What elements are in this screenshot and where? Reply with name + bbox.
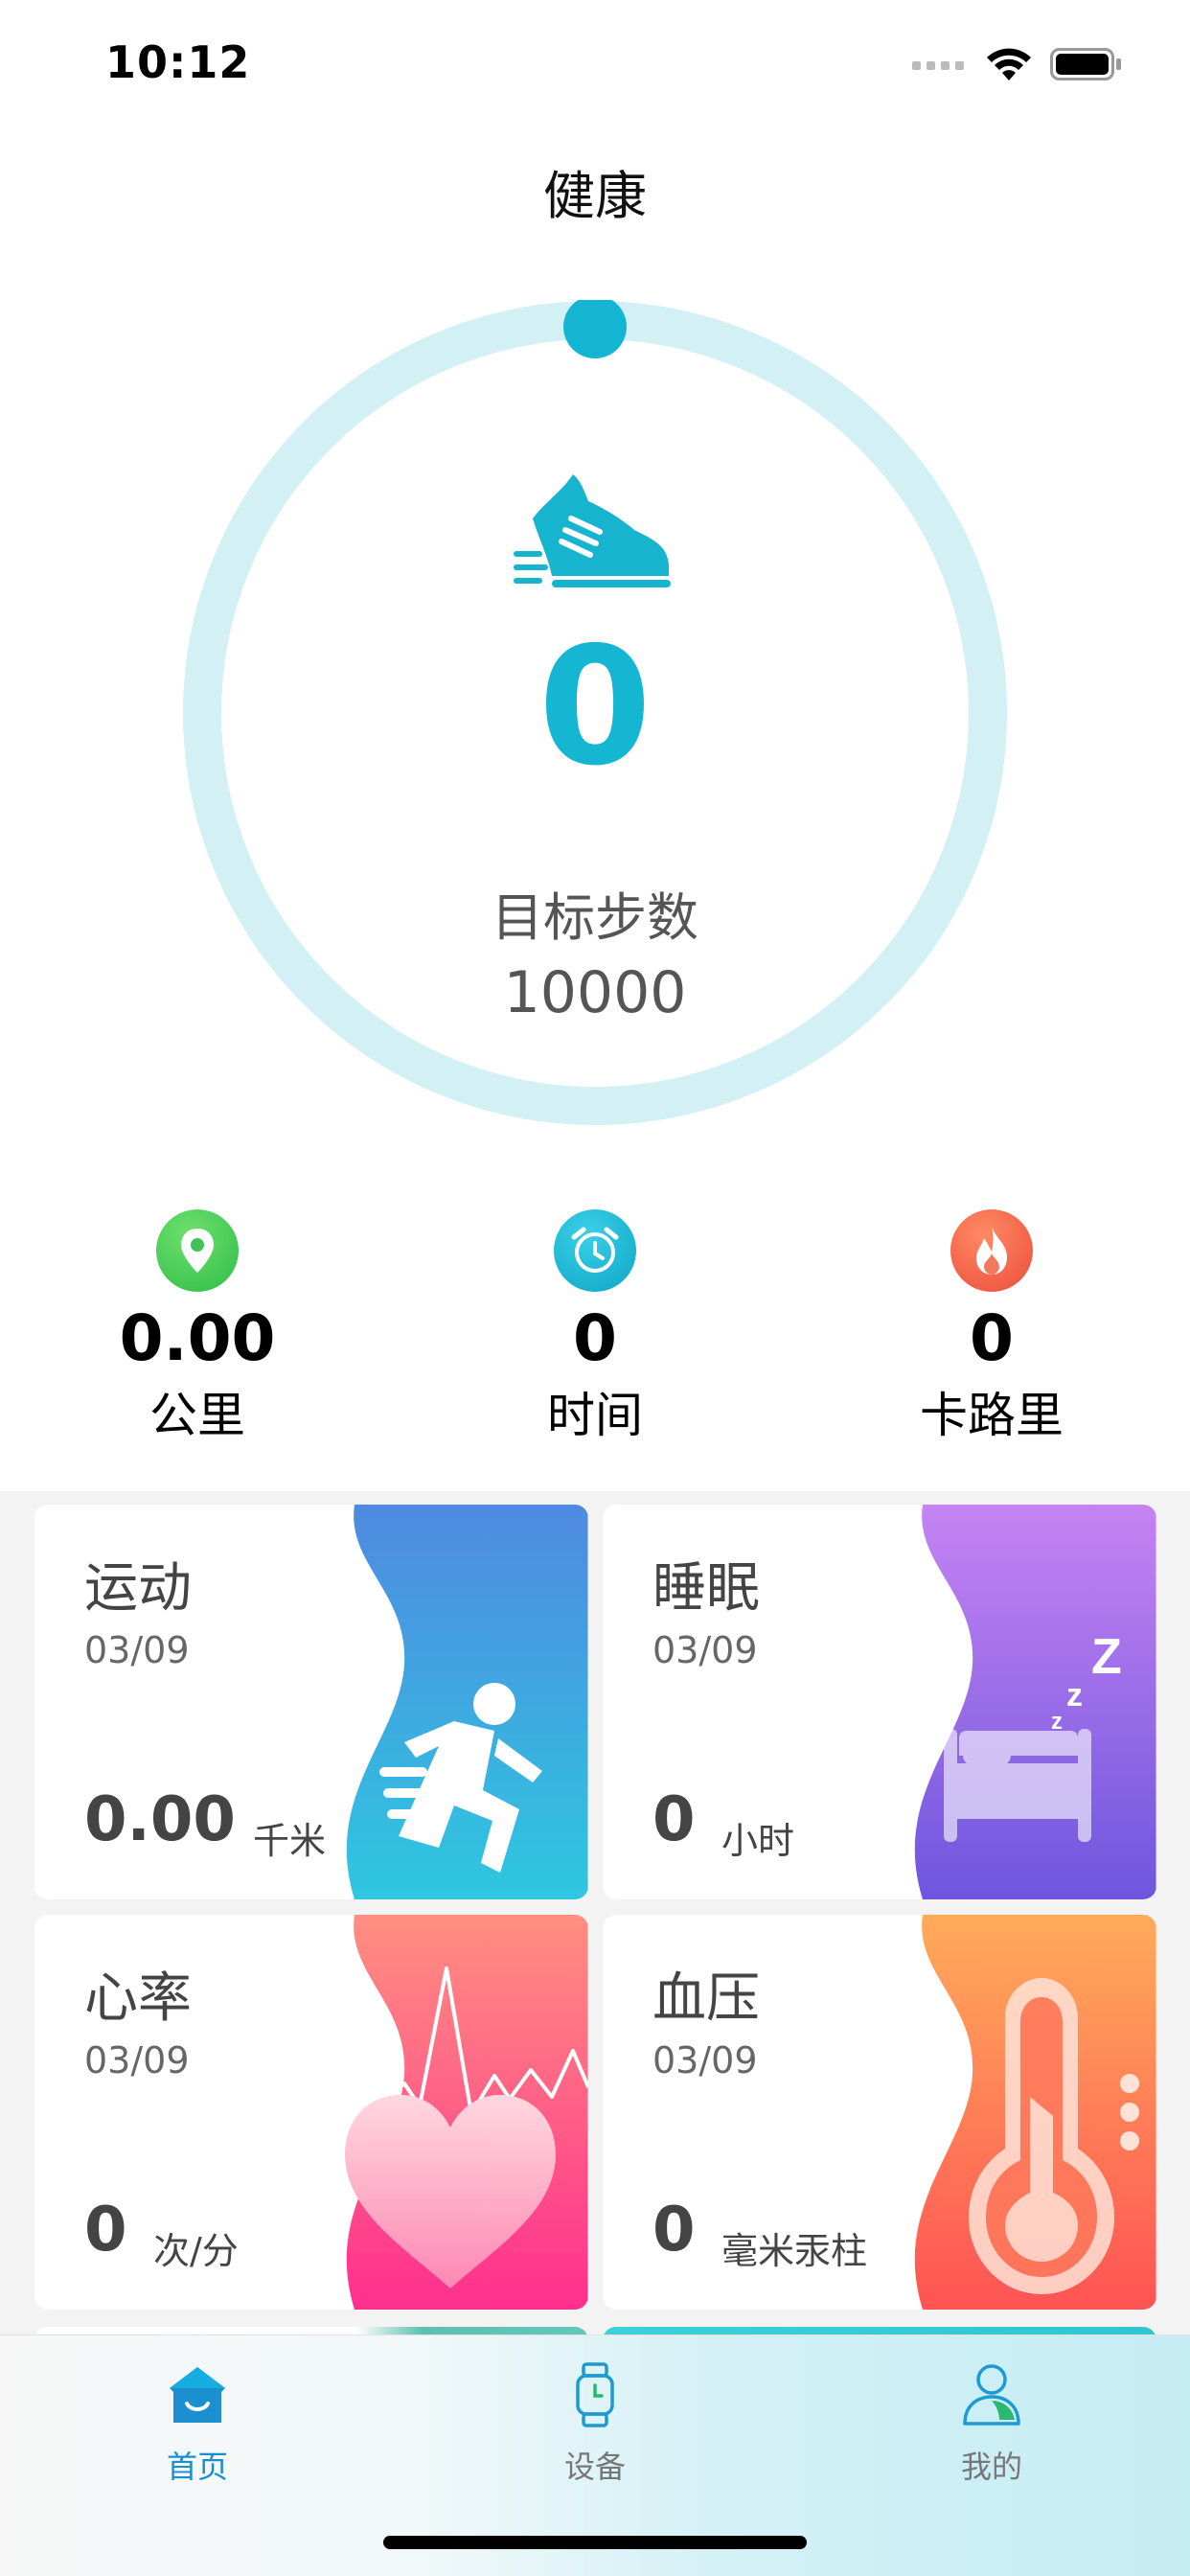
user-icon — [949, 2357, 1035, 2433]
location-pin-icon — [156, 1209, 239, 1292]
alarm-clock-icon — [554, 1209, 636, 1292]
goal-steps-label: 目标步数 — [492, 887, 698, 948]
distance-stat[interactable]: 0.00 公里 — [54, 1209, 341, 1446]
battery-icon — [1050, 48, 1121, 80]
thermometer-icon — [969, 1978, 1139, 2294]
status-bar: 10:12 — [0, 0, 1190, 128]
time-stat[interactable]: 0 时间 — [451, 1209, 739, 1446]
tab-home-label: 首页 — [166, 2449, 228, 2485]
tab-device-label: 设备 — [563, 2449, 626, 2485]
exercise-card[interactable]: 运动 03/09 0.00 千米 — [34, 1505, 588, 1899]
home-indicator — [383, 2536, 807, 2549]
tab-home[interactable]: 首页 — [82, 2357, 312, 2487]
bed-icon: Z z z — [944, 1629, 1122, 1842]
progress-knob — [563, 300, 627, 358]
calories-stat[interactable]: 0 卡路里 — [848, 1209, 1135, 1446]
signal-icon — [912, 61, 964, 70]
goal-steps-value: 10000 — [503, 959, 687, 1026]
blood-pressure-title: 血压 — [652, 1967, 760, 2030]
status-time: 10:12 — [105, 36, 251, 88]
runner-icon — [379, 1683, 542, 1873]
distance-label: 公里 — [149, 1388, 245, 1444]
sleep-value: 0 — [652, 1784, 696, 1855]
home-icon — [154, 2357, 240, 2433]
tab-mine[interactable]: 我的 — [877, 2357, 1107, 2487]
exercise-value: 0.00 — [84, 1784, 236, 1855]
heart-rate-value: 0 — [84, 2195, 127, 2266]
svg-text:z: z — [1051, 1709, 1063, 1735]
heart-rate-title: 心率 — [84, 1967, 192, 2030]
step-progress-ring: 0 目标步数 10000 — [182, 300, 1008, 1126]
svg-text:Z: Z — [1091, 1629, 1122, 1685]
blood-pressure-card[interactable]: 血压 03/09 0 毫米汞柱 — [603, 1915, 1156, 2310]
time-value: 0 — [573, 1301, 617, 1375]
calories-label: 卡路里 — [920, 1388, 1064, 1444]
tab-mine-label: 我的 — [960, 2449, 1022, 2485]
calories-value: 0 — [970, 1301, 1014, 1375]
sleep-date: 03/09 — [652, 1629, 758, 1671]
daily-stats: 0.00 公里 0 时间 0 卡路里 — [0, 1209, 1190, 1449]
exercise-title: 运动 — [84, 1557, 192, 1620]
step-count: 0 — [538, 612, 652, 802]
distance-value: 0.00 — [119, 1301, 276, 1375]
running-shoe-icon — [514, 474, 671, 587]
watch-icon — [552, 2357, 638, 2433]
sleep-card[interactable]: 睡眠 03/09 0 小时 Z z z — [603, 1505, 1156, 1899]
flame-icon — [950, 1209, 1033, 1292]
tab-device[interactable]: 设备 — [480, 2357, 710, 2487]
time-label: 时间 — [547, 1388, 643, 1444]
blood-pressure-unit: 毫米汞柱 — [721, 2230, 868, 2272]
heart-rate-card[interactable]: 心率 03/09 0 次/分 — [34, 1915, 588, 2310]
status-icons — [912, 46, 1123, 82]
heart-rate-unit: 次/分 — [153, 2230, 239, 2272]
sleep-title: 睡眠 — [652, 1557, 760, 1620]
exercise-date: 03/09 — [84, 1629, 190, 1671]
sleep-unit: 小时 — [721, 1820, 795, 1862]
exercise-unit: 千米 — [253, 1820, 327, 1862]
heart-icon — [312, 1966, 588, 2288]
page-title: 健康 — [543, 166, 647, 226]
blood-pressure-value: 0 — [652, 2195, 696, 2266]
heart-rate-date: 03/09 — [84, 2039, 190, 2082]
wifi-icon — [987, 48, 1031, 80]
blood-pressure-date: 03/09 — [652, 2039, 758, 2082]
svg-text:z: z — [1066, 1677, 1083, 1714]
